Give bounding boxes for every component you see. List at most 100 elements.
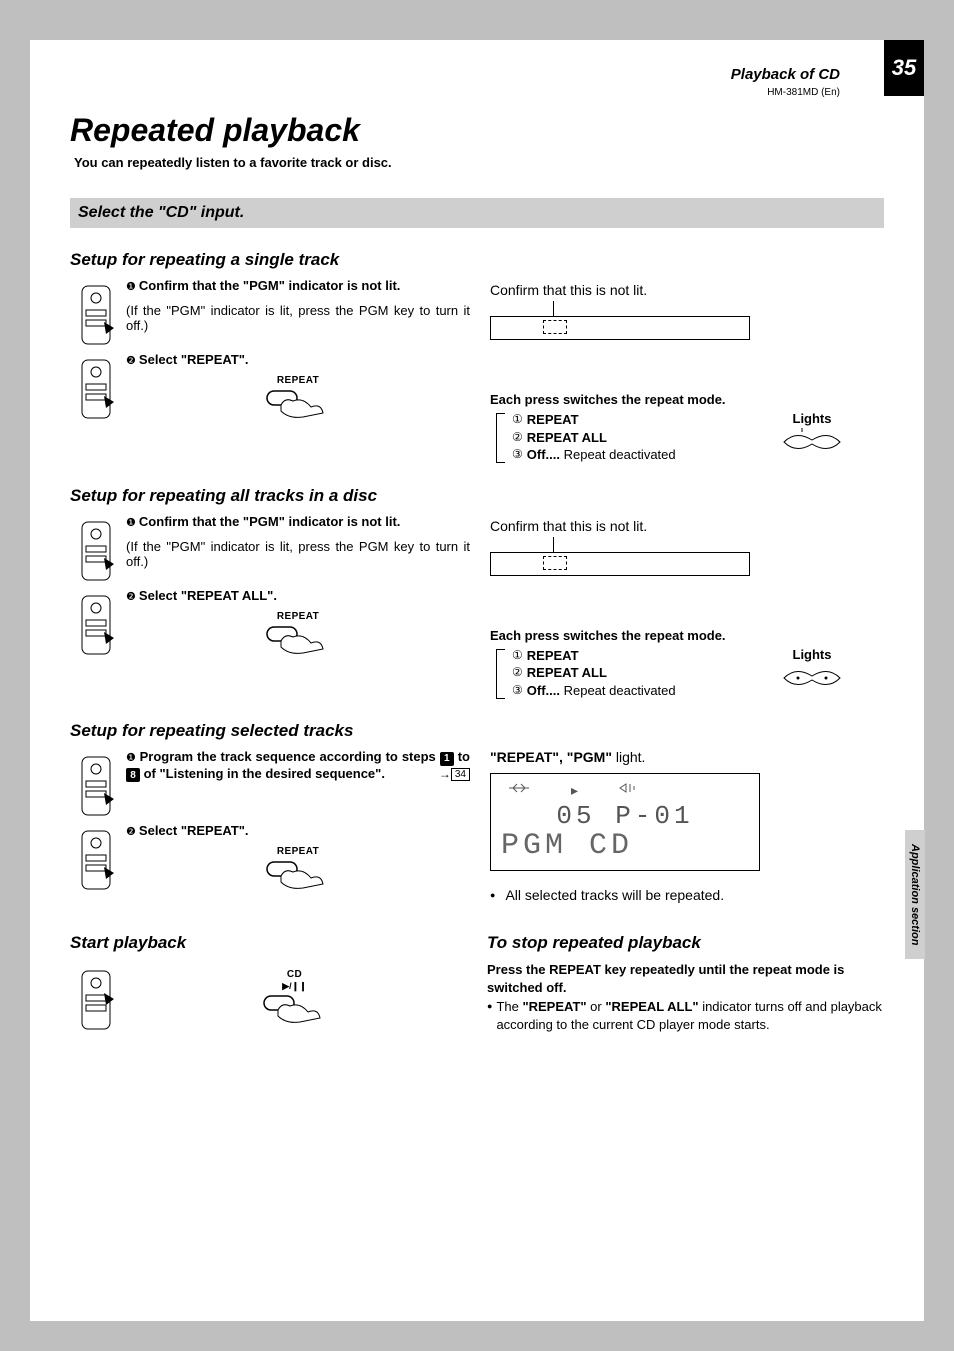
repeat-btn-label: REPEAT bbox=[126, 611, 470, 622]
s2-mode-block: ①REPEAT ②REPEAT ALL ③Off.... Repeat deac… bbox=[490, 647, 884, 700]
remote-icon bbox=[70, 963, 122, 1031]
signal-indicator-icon bbox=[618, 782, 640, 794]
header-block: Playback of CD HM-381MD (En) bbox=[70, 66, 884, 98]
repeat-indicator-icon bbox=[507, 782, 531, 794]
indicator-placeholder bbox=[543, 556, 567, 570]
s3-step1: ❶ Program the track sequence according t… bbox=[70, 749, 470, 817]
s1-step1-bold: Confirm that the "PGM" indicator is not … bbox=[139, 278, 401, 293]
remote-icon bbox=[70, 823, 122, 895]
s1-lights-block: Lights bbox=[780, 411, 884, 464]
section2-right: Confirm that this is not lit. Each press… bbox=[470, 514, 884, 700]
s3-light-line: "REPEAT", "PGM" light. bbox=[490, 749, 884, 765]
section2-body: ❶ Confirm that the "PGM" indicator is no… bbox=[70, 514, 884, 700]
repeat-button-diagram: REPEAT bbox=[126, 611, 470, 660]
section2-left: ❶ Confirm that the "PGM" indicator is no… bbox=[70, 514, 470, 700]
display-box-large: ▸ 05 P-01 PGM CD bbox=[490, 773, 760, 871]
step-ref-1: 1 bbox=[440, 752, 454, 766]
section1-body: ❶ Confirm that the "PGM" indicator is no… bbox=[70, 278, 884, 464]
press-icon bbox=[263, 858, 333, 892]
s2-step1-note: (If the "PGM" indicator is lit, press th… bbox=[126, 539, 470, 569]
s2-lights-block: Lights bbox=[780, 647, 884, 700]
section1-right: Confirm that this is not lit. Each press… bbox=[470, 278, 884, 464]
stop-heading: To stop repeated playback bbox=[487, 933, 884, 953]
repeat-btn-label: REPEAT bbox=[126, 846, 470, 857]
s3-bullet: All selected tracks will be repeated. bbox=[490, 887, 884, 903]
section2-heading: Setup for repeating all tracks in a disc bbox=[70, 486, 884, 506]
s2-step2-bold: Select "REPEAT ALL". bbox=[139, 588, 277, 603]
s1-mode-2: REPEAT ALL bbox=[527, 429, 607, 447]
s1-mode-3a: Off.... bbox=[527, 447, 560, 462]
s3-step1-text: ❶ Program the track sequence according t… bbox=[122, 749, 470, 817]
lights-icon bbox=[780, 664, 844, 692]
play-indicator-icon: ▸ bbox=[571, 782, 578, 799]
s2-mode-1: REPEAT bbox=[527, 647, 579, 665]
cd-btn-symbol: ▶/❙❙ bbox=[122, 981, 467, 992]
repeat-button-diagram: REPEAT bbox=[126, 375, 470, 424]
display-box-small bbox=[490, 552, 750, 576]
select-cd-bar: Select the "CD" input. bbox=[70, 198, 884, 228]
display-box-small bbox=[490, 316, 750, 340]
stop-body: Press the REPEAT key repeatedly until th… bbox=[487, 961, 884, 1033]
s1-step2-text: ❷ Select "REPEAT". REPEAT bbox=[122, 352, 470, 424]
step-ref-2: 8 bbox=[126, 768, 140, 782]
section3-body: ❶ Program the track sequence according t… bbox=[70, 749, 884, 903]
s3-step1-pre: Program the track sequence according to … bbox=[140, 749, 440, 764]
s1-mode-list: ①REPEAT ②REPEAT ALL ③Off.... Repeat deac… bbox=[490, 411, 676, 464]
lights-icon bbox=[780, 428, 844, 456]
s2-mode-list: ①REPEAT ②REPEAT ALL ③Off.... Repeat deac… bbox=[490, 647, 676, 700]
cd-btn-label: CD bbox=[122, 969, 467, 980]
s1-step1-text: ❶ Confirm that the "PGM" indicator is no… bbox=[122, 278, 470, 346]
stop-bullet-b1: "REPEAT" bbox=[522, 999, 586, 1014]
display-icons-row: ▸ bbox=[501, 780, 749, 803]
press-icon bbox=[263, 387, 333, 421]
display-line-1: 05 P-01 bbox=[501, 803, 749, 830]
s2-confirm-line: Confirm that this is not lit. bbox=[490, 518, 884, 534]
section3-left: ❶ Program the track sequence according t… bbox=[70, 749, 470, 903]
press-icon bbox=[263, 623, 333, 657]
section1-left: ❶ Confirm that the "PGM" indicator is no… bbox=[70, 278, 470, 464]
section3-right: "REPEAT", "PGM" light. ▸ 05 P-01 PGM CD … bbox=[470, 749, 884, 903]
model-label: HM-381MD (En) bbox=[70, 87, 840, 98]
section1-heading: Setup for repeating a single track bbox=[70, 250, 884, 270]
stop-line1: Press the REPEAT key repeatedly until th… bbox=[487, 962, 844, 995]
stop-bullet-mid: or bbox=[587, 999, 606, 1014]
s2-step2: ❷ Select "REPEAT ALL". REPEAT bbox=[70, 588, 470, 660]
repeat-btn-label: REPEAT bbox=[126, 375, 470, 386]
bottom-row: Start playback CD ▶/❙❙ To stop repeated … bbox=[70, 933, 884, 1037]
stop-bullet-pre: The bbox=[496, 999, 522, 1014]
s2-step1-bold: Confirm that the "PGM" indicator is not … bbox=[139, 514, 401, 529]
s1-step2: ❷ Select "REPEAT". REPEAT bbox=[70, 352, 470, 424]
s3-step1-post: of "Listening in the desired sequence". bbox=[140, 766, 385, 781]
s1-mode-1: REPEAT bbox=[527, 411, 579, 429]
intro-text: You can repeatedly listen to a favorite … bbox=[74, 155, 884, 170]
s1-confirm-line: Confirm that this is not lit. bbox=[490, 282, 884, 298]
display-line-2: PGM CD bbox=[501, 831, 749, 863]
page-title: Repeated playback bbox=[70, 112, 884, 149]
s2-lights-label: Lights bbox=[780, 647, 844, 662]
remote-icon bbox=[70, 588, 122, 660]
indicator-placeholder bbox=[543, 320, 567, 334]
side-tab-label: Application section bbox=[905, 830, 925, 959]
start-heading: Start playback bbox=[70, 933, 467, 953]
s2-step2-text: ❷ Select "REPEAT ALL". REPEAT bbox=[122, 588, 470, 660]
s3-step2: ❷ Select "REPEAT". REPEAT bbox=[70, 823, 470, 895]
s1-step2-bold: Select "REPEAT". bbox=[139, 352, 249, 367]
start-playback-col: Start playback CD ▶/❙❙ bbox=[70, 933, 467, 1037]
s3-step2-bold: Select "REPEAT". bbox=[139, 823, 249, 838]
s1-mode-heading: Each press switches the repeat mode. bbox=[490, 392, 884, 407]
cd-play-button-diagram: CD ▶/❙❙ bbox=[122, 963, 467, 1031]
section-label: Playback of CD bbox=[70, 66, 840, 83]
s1-mode-block: ①REPEAT ②REPEAT ALL ③Off.... Repeat deac… bbox=[490, 411, 884, 464]
s1-mode-3b: Repeat deactivated bbox=[560, 447, 676, 462]
remote-icon bbox=[70, 352, 122, 424]
stop-playback-col: To stop repeated playback Press the REPE… bbox=[487, 933, 884, 1037]
s1-lights-label: Lights bbox=[780, 411, 844, 426]
s2-mode-3a: Off.... bbox=[527, 683, 560, 698]
remote-icon bbox=[70, 749, 122, 817]
start-step: CD ▶/❙❙ bbox=[70, 963, 467, 1031]
stop-bullet-b2: "REPEAL ALL" bbox=[605, 999, 698, 1014]
s1-step1-note: (If the "PGM" indicator is lit, press th… bbox=[126, 303, 470, 333]
page-ref: 34 bbox=[451, 768, 470, 781]
remote-icon bbox=[70, 514, 122, 582]
s2-mode-2: REPEAT ALL bbox=[527, 664, 607, 682]
